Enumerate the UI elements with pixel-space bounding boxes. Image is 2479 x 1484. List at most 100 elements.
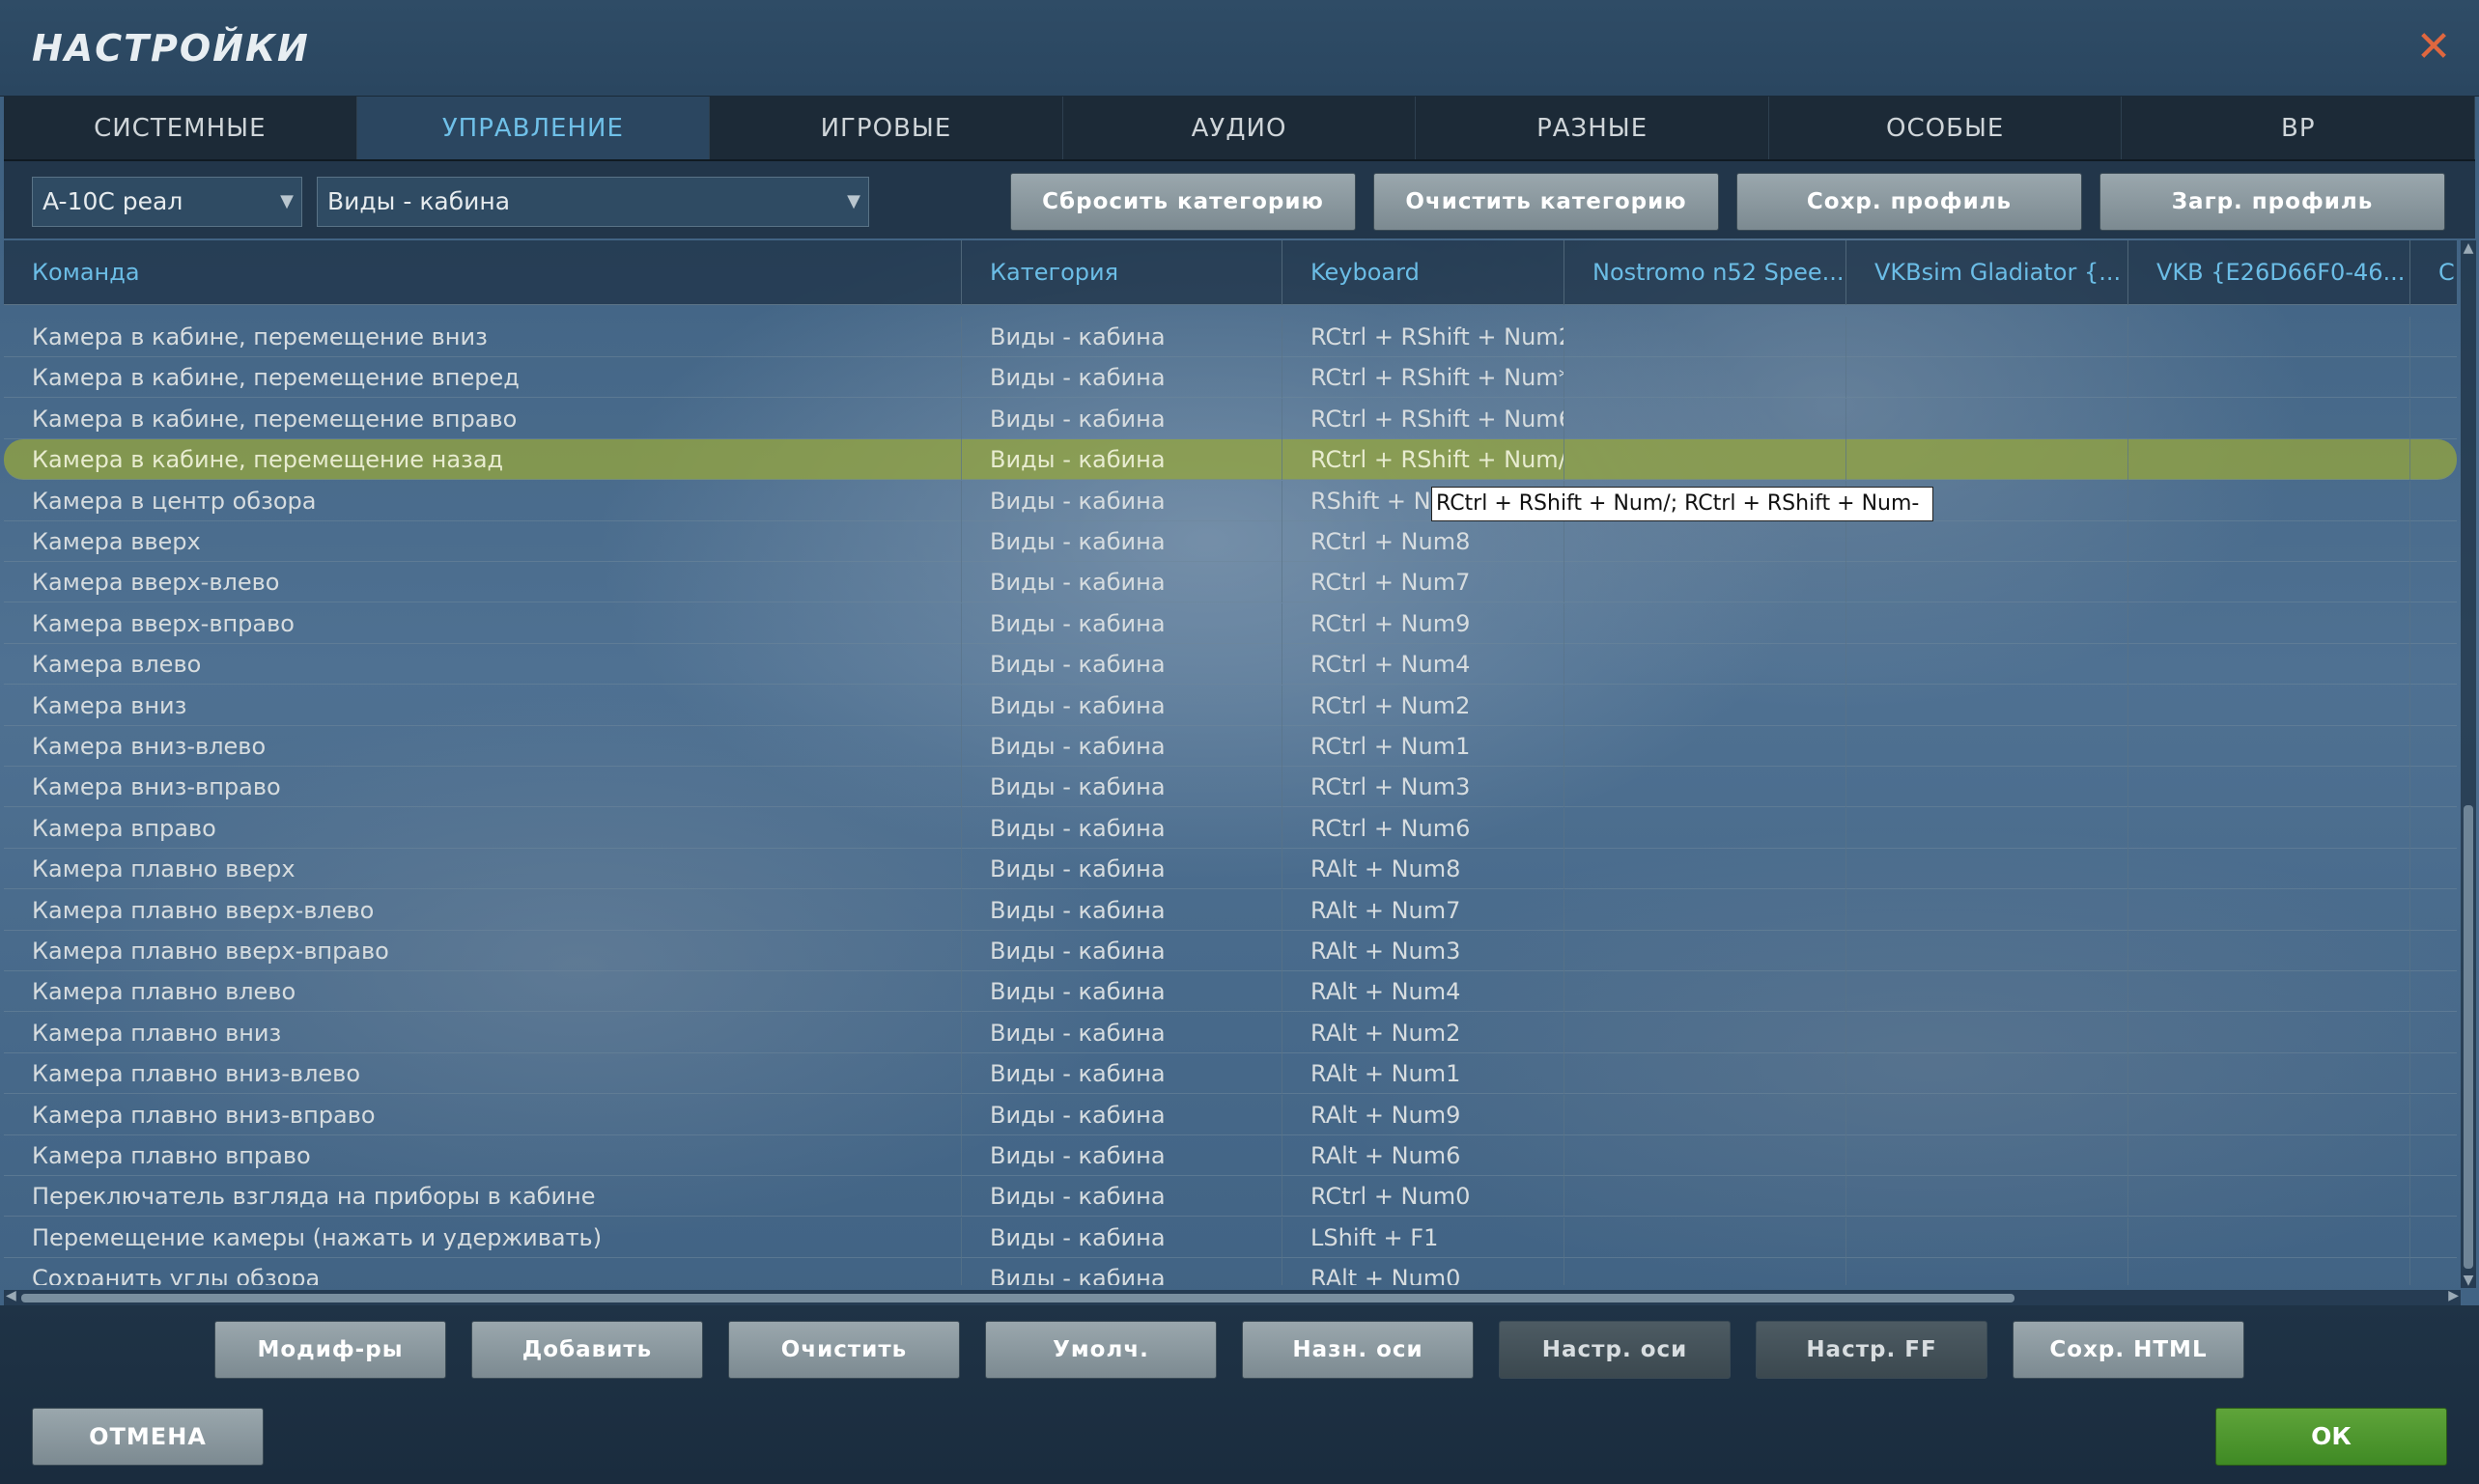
table-row[interactable]: Камера вниз-влево Виды - кабина RCtrl + Nu… (4, 726, 2457, 767)
axis-tune-button[interactable]: Настр. оси (1499, 1321, 1731, 1379)
cell-keyboard[interactable]: RCtrl + RShift + Num/ (1282, 439, 1564, 481)
clear-button[interactable]: Очистить (728, 1321, 960, 1379)
category-select[interactable]: Виды - кабина ▼ (317, 177, 869, 227)
cell-command[interactable]: Камера вверх (4, 521, 962, 562)
cell-keyboard[interactable]: RCtrl + Num4 (1282, 644, 1564, 686)
cell-keyboard[interactable]: RAlt + Num1 (1282, 1053, 1564, 1095)
cell-category[interactable]: Виды - кабина (962, 480, 1282, 521)
table-row[interactable]: Камера плавно вверх-влево Виды - кабина RA… (4, 889, 2457, 931)
cell-vkb[interactable] (2128, 1135, 2410, 1176)
cell-keyboard[interactable]: RAlt + Num6 (1282, 1135, 1564, 1176)
cell-vkb[interactable] (2128, 931, 2410, 971)
scroll-up-icon[interactable]: ▲ (2461, 240, 2476, 256)
save-profile-button[interactable]: Сохр. профиль (1736, 173, 2082, 231)
tab-system[interactable]: СИСТЕМНЫЕ (4, 97, 357, 159)
cell-command[interactable]: Камера плавно вниз-вправо (4, 1094, 962, 1135)
cell-category[interactable]: Виды - кабина (962, 1094, 1282, 1135)
cell-vkbsim-gladiator[interactable] (1846, 1135, 2128, 1176)
ok-button[interactable]: ОК (2215, 1408, 2447, 1466)
table-row[interactable]: Камера вправо Виды - кабина RCtrl + Num6 (4, 807, 2457, 849)
cell-keyboard[interactable]: RCtrl + Num3 (1282, 767, 1564, 808)
cell-command[interactable]: Камера вниз-вправо (4, 767, 962, 808)
cell-vkbsim-gladiator[interactable] (1846, 726, 2128, 767)
tab-misc[interactable]: РАЗНЫЕ (1416, 97, 1769, 159)
cell-vkbsim-gladiator[interactable] (1846, 562, 2128, 603)
cell-nostromo[interactable] (1564, 1094, 1846, 1135)
cell-keyboard[interactable]: RCtrl + Num9 (1282, 602, 1564, 644)
cell-category[interactable]: Виды - кабина (962, 685, 1282, 726)
table-row[interactable]: Перемещение камеры (нажать и удерживать)… (4, 1217, 2457, 1258)
table-row[interactable]: Камера вниз-вправо Виды - кабина RCtrl + N… (4, 767, 2457, 808)
assign-axes-button[interactable]: Назн. оси (1242, 1321, 1474, 1379)
cell-command[interactable]: Камера вверх-вправо (4, 602, 962, 644)
cell-vkb[interactable] (2128, 767, 2410, 808)
cell-vkb[interactable] (2128, 398, 2410, 439)
cell-vkbsim-gladiator[interactable] (1846, 644, 2128, 686)
cell-vkb[interactable] (2128, 685, 2410, 726)
cell-command[interactable]: Переключатель взгляда на приборы в кабин… (4, 1176, 962, 1218)
table-row[interactable]: Камера вверх Виды - кабина RCtrl + Num8 (4, 521, 2457, 562)
table-row[interactable]: Камера вверх-вправо Виды - кабина RCtrl + … (4, 602, 2457, 644)
cell-vkb[interactable] (2128, 807, 2410, 849)
cell-vkbsim-gladiator[interactable] (1846, 398, 2128, 439)
cell-vkb[interactable] (2128, 1176, 2410, 1218)
cell-command[interactable]: Камера вправо (4, 807, 962, 849)
table-row[interactable]: Камера вверх-влево Виды - кабина RCtrl + N… (4, 562, 2457, 603)
aircraft-select[interactable]: A-10C реал ▼ (32, 177, 302, 227)
cell-category[interactable]: Виды - кабина (962, 398, 1282, 439)
cell-command[interactable]: Камера влево (4, 644, 962, 686)
cell-category[interactable]: Виды - кабина (962, 971, 1282, 1013)
cell-nostromo[interactable] (1564, 562, 1846, 603)
cell-category[interactable]: Виды - кабина (962, 1012, 1282, 1053)
cell-nostromo[interactable] (1564, 931, 1846, 971)
table-row[interactable]: Камера в кабине, перемещение вправо Виды … (4, 398, 2457, 439)
cell-command[interactable]: Перемещение камеры (нажать и удерживать) (4, 1217, 962, 1258)
cell-vkb[interactable] (2128, 317, 2410, 357)
table-row[interactable]: Камера плавно вверх-вправо Виды - кабина R… (4, 931, 2457, 971)
cell-nostromo[interactable] (1564, 1176, 1846, 1218)
modifiers-button[interactable]: Модиф-ры (214, 1321, 446, 1379)
table-row[interactable]: Камера плавно вниз-вправо Виды - кабина RA… (4, 1094, 2457, 1135)
cell-keyboard[interactable]: RCtrl + Num2 (1282, 685, 1564, 726)
cell-command[interactable]: Камера плавно влево (4, 971, 962, 1013)
table-row[interactable]: Камера в кабине, перемещение вперед Виды … (4, 357, 2457, 399)
cell-category[interactable]: Виды - кабина (962, 1135, 1282, 1176)
cell-command[interactable]: Камера вверх-влево (4, 562, 962, 603)
cell-nostromo[interactable] (1564, 357, 1846, 399)
cell-category[interactable]: Виды - кабина (962, 1176, 1282, 1218)
load-profile-button[interactable]: Загр. профиль (2099, 173, 2445, 231)
cell-nostromo[interactable] (1564, 521, 1846, 562)
cell-vkb[interactable] (2128, 971, 2410, 1013)
column-header-category[interactable]: Категория (962, 240, 1282, 305)
cell-vkb[interactable] (2128, 726, 2410, 767)
cell-command[interactable]: Камера в кабине, перемещение назад (4, 439, 962, 481)
cell-vkbsim-gladiator[interactable] (1846, 317, 2128, 357)
scroll-left-icon[interactable]: ◀ (6, 1288, 16, 1303)
cell-vkb[interactable] (2128, 480, 2410, 521)
cell-command[interactable]: Камера в кабине, перемещение вправо (4, 398, 962, 439)
cell-vkb[interactable] (2128, 1012, 2410, 1053)
cell-category[interactable]: Виды - кабина (962, 602, 1282, 644)
cell-command[interactable]: Камера плавно вниз-влево (4, 1053, 962, 1095)
cell-keyboard[interactable]: RAlt + Num7 (1282, 889, 1564, 931)
table-row[interactable]: Камера плавно вниз-влево Виды - кабина RAl… (4, 1053, 2457, 1095)
cell-keyboard[interactable]: RCtrl + RShift + Num2 (1282, 317, 1564, 357)
cell-category[interactable]: Виды - кабина (962, 562, 1282, 603)
cell-vkb[interactable] (2128, 889, 2410, 931)
cell-nostromo[interactable] (1564, 1258, 1846, 1285)
cell-keyboard[interactable]: RCtrl + Num6 (1282, 807, 1564, 849)
cell-command[interactable]: Сохранить углы обзора (4, 1258, 962, 1285)
table-row[interactable]: Сохранить углы обзора Виды - кабина RAlt +… (4, 1258, 2457, 1285)
table-row[interactable]: Камера в кабине, перемещение вниз Виды - … (4, 317, 2457, 357)
cell-nostromo[interactable] (1564, 807, 1846, 849)
cell-vkbsim-gladiator[interactable] (1846, 767, 2128, 808)
cell-vkbsim-gladiator[interactable] (1846, 685, 2128, 726)
cell-nostromo[interactable] (1564, 889, 1846, 931)
cell-nostromo[interactable] (1564, 971, 1846, 1013)
cell-nostromo[interactable] (1564, 439, 1846, 481)
cell-nostromo[interactable] (1564, 317, 1846, 357)
cell-nostromo[interactable] (1564, 1053, 1846, 1095)
cell-vkbsim-gladiator[interactable] (1846, 1012, 2128, 1053)
table-row[interactable]: Камера плавно влево Виды - кабина RAlt + N… (4, 971, 2457, 1013)
clear-category-button[interactable]: Очистить категорию (1373, 173, 1719, 231)
